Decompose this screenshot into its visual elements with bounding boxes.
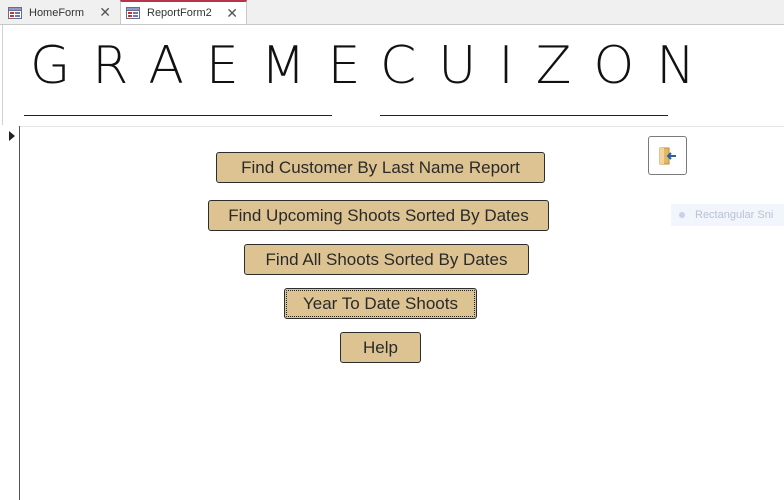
find-customer-by-last-name-button[interactable]: Find Customer By Last Name Report — [216, 152, 545, 183]
tab-homeform[interactable]: HomeForm ✕ — [3, 2, 119, 24]
form-icon — [126, 7, 140, 19]
find-upcoming-shoots-button[interactable]: Find Upcoming Shoots Sorted By Dates — [208, 200, 549, 231]
form-icon — [8, 7, 22, 19]
snip-icon — [679, 212, 685, 218]
snip-label: Rectangular Sni — [695, 209, 774, 221]
exit-button[interactable] — [648, 136, 687, 175]
first-name-underline — [24, 115, 332, 116]
record-selector[interactable] — [0, 126, 20, 500]
document-tab-bar: HomeForm ✕ ReportForm2 ✕ — [0, 0, 784, 25]
tab-label: ReportForm2 — [147, 7, 212, 19]
record-selector-arrow-icon — [9, 131, 15, 141]
tab-label: HomeForm — [29, 7, 85, 19]
year-to-date-shoots-button[interactable]: Year To Date Shoots — [284, 288, 477, 319]
help-button[interactable]: Help — [340, 332, 421, 363]
snipping-tool-overlay: Rectangular Sni — [671, 204, 784, 226]
header-last-name: CUIZON — [380, 36, 718, 96]
last-name-underline — [380, 115, 668, 116]
tab-reportform2[interactable]: ReportForm2 ✕ — [120, 0, 247, 24]
exit-door-icon — [658, 146, 678, 170]
close-icon[interactable]: ✕ — [226, 6, 238, 20]
close-icon[interactable]: ✕ — [99, 5, 111, 19]
header-first-name: GRAEME — [30, 36, 383, 96]
form-header-left-border — [2, 25, 3, 125]
find-all-shoots-button[interactable]: Find All Shoots Sorted By Dates — [244, 244, 529, 275]
detail-section-divider — [20, 126, 784, 127]
